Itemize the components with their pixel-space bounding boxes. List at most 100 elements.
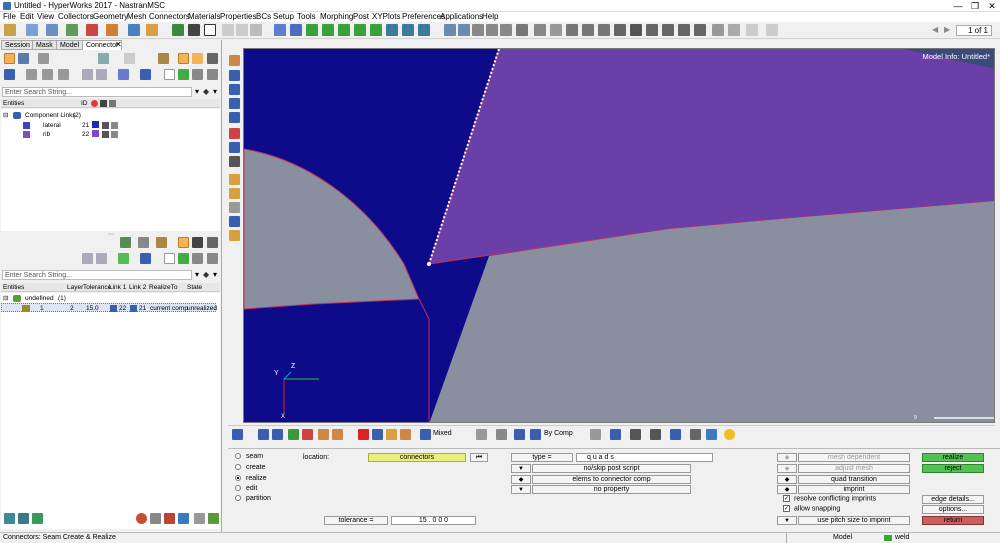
rotate2-icon[interactable] (322, 24, 334, 36)
color-swatch[interactable] (92, 121, 99, 128)
tools-icon[interactable] (106, 24, 118, 36)
top-search-input[interactable]: Enter Search String... (2, 87, 192, 97)
realize-icon[interactable] (118, 253, 129, 264)
postscript-toggle[interactable]: ▼ (511, 464, 531, 473)
grid-icon[interactable] (630, 24, 642, 36)
layout1-icon[interactable] (222, 24, 234, 36)
property-option[interactable]: no property (532, 485, 691, 494)
color-icon[interactable] (118, 69, 129, 80)
options-button[interactable]: options... (922, 505, 984, 514)
search-dropdown-icon-2[interactable]: ▾ (213, 270, 217, 279)
tree-flat-icon[interactable] (58, 69, 69, 80)
vis-tool7-icon[interactable] (332, 429, 343, 440)
display-comp-icon[interactable] (140, 69, 151, 80)
footer-line-icon[interactable] (164, 513, 175, 524)
undo-icon[interactable] (66, 24, 78, 36)
sync-icon[interactable] (694, 24, 706, 36)
menu-tools[interactable]: Tools (297, 12, 316, 22)
imprint-option[interactable]: imprint (798, 485, 910, 494)
center-icon[interactable] (534, 24, 546, 36)
connector-row[interactable]: 1 2 15.0 22 21 current comp unrealized (1, 303, 217, 312)
connector-view-icon[interactable] (4, 53, 15, 64)
reset-selection-icon[interactable]: ⏮ (470, 453, 488, 462)
bottom-search-input[interactable]: Enter Search String... (2, 270, 192, 280)
seam-icon-2[interactable] (178, 237, 189, 248)
vis-tool2-icon[interactable] (258, 429, 269, 440)
connector-tool-icon[interactable] (229, 128, 240, 139)
type-dropdown[interactable]: type = (511, 453, 573, 462)
section3-icon[interactable] (598, 24, 610, 36)
zoom-out-icon[interactable] (458, 24, 470, 36)
tab-mask[interactable]: Mask (32, 40, 57, 50)
hide-icon-2[interactable] (207, 253, 218, 264)
tree-group-row[interactable]: ⊟ Component Links (2) (3, 111, 213, 120)
postscript-option[interactable]: no/skip post script (532, 464, 691, 473)
chart-icon[interactable] (229, 174, 240, 185)
menu-post[interactable]: Post (353, 12, 369, 22)
page-next-icon[interactable]: ▶ (944, 25, 950, 36)
bolt-mode-icon[interactable] (207, 53, 218, 64)
col-link2[interactable]: Link 2 (129, 283, 146, 292)
spot-icon-2[interactable] (156, 237, 167, 248)
vis-tool4-icon[interactable] (288, 429, 299, 440)
bolt-icon-2[interactable] (207, 237, 218, 248)
filter-icon[interactable] (98, 53, 109, 64)
layout2-icon[interactable] (236, 24, 248, 36)
show-icon-2[interactable] (192, 253, 203, 264)
menu-bcs[interactable]: BCs (256, 12, 271, 22)
page-prev-icon[interactable]: ◀ (932, 25, 938, 36)
frame-icon[interactable] (204, 24, 216, 36)
mesh2-icon[interactable] (229, 84, 240, 95)
menu-edit[interactable]: Edit (20, 12, 34, 22)
link-icon[interactable] (138, 237, 149, 248)
view-icon[interactable] (386, 24, 398, 36)
footer-record-icon[interactable] (136, 513, 147, 524)
display-icon[interactable] (102, 122, 109, 129)
vis-tool11-icon[interactable] (476, 429, 487, 440)
elems-toggle[interactable]: ◆ (511, 475, 531, 484)
col-tolerance[interactable]: Tolerance (83, 283, 111, 292)
vis-tool14-icon[interactable] (590, 429, 601, 440)
maximize-button[interactable]: ❐ (967, 0, 983, 12)
vis-tool8-icon[interactable] (372, 429, 383, 440)
vis-tool15-icon[interactable] (610, 429, 621, 440)
quad-transition-toggle[interactable]: ◆ (777, 475, 797, 484)
user-icon[interactable] (128, 24, 140, 36)
footer-tool3-icon[interactable] (32, 513, 43, 524)
search-filter-icon[interactable]: ◆ (203, 87, 209, 96)
pointer-icon[interactable] (229, 55, 240, 66)
return-button[interactable]: return (922, 516, 984, 525)
delete-icon[interactable] (358, 429, 369, 440)
radio-partition[interactable]: partition (235, 495, 271, 502)
minimize-button[interactable]: — (950, 0, 966, 12)
view-tool2-icon[interactable] (229, 216, 240, 227)
show-icon[interactable] (192, 69, 203, 80)
menu-collectors[interactable]: Collectors (58, 12, 94, 22)
footer-tool1-icon[interactable] (4, 513, 15, 524)
folder-icon[interactable] (146, 24, 158, 36)
resolve-conflicting-checkbox[interactable]: ✓ resolve conflicting imprints (783, 495, 876, 502)
connector-group-row[interactable]: ⊟ undefined (1) (3, 294, 213, 303)
menu-setup[interactable]: Setup (273, 12, 294, 22)
redo-icon[interactable] (86, 24, 98, 36)
view3-icon[interactable] (418, 24, 430, 36)
component-view-icon[interactable] (18, 53, 29, 64)
vis-tool16-icon[interactable] (630, 429, 641, 440)
display-mode-dropdown[interactable]: Mixed (433, 430, 452, 437)
select-icon-2[interactable] (164, 253, 175, 264)
display-icon[interactable] (102, 131, 109, 138)
mesh3-icon[interactable] (229, 98, 240, 109)
menu-materials[interactable]: Materials (188, 12, 220, 22)
pan-icon[interactable] (472, 24, 484, 36)
color-mode-icon[interactable] (530, 429, 541, 440)
area-mode-icon[interactable] (192, 53, 203, 64)
capture-icon[interactable] (662, 24, 674, 36)
radio-seam[interactable]: seam (235, 453, 263, 460)
area-icon-2[interactable] (192, 237, 203, 248)
tree-item-rib[interactable]: rib 22 (3, 130, 213, 139)
search-options-icon-2[interactable]: ▾ (195, 270, 199, 279)
pitch-toggle[interactable]: ▼ (777, 516, 797, 525)
vis-tool10-icon[interactable] (400, 429, 411, 440)
tree-expand-icon[interactable] (26, 69, 37, 80)
mode-icon[interactable] (111, 131, 118, 138)
